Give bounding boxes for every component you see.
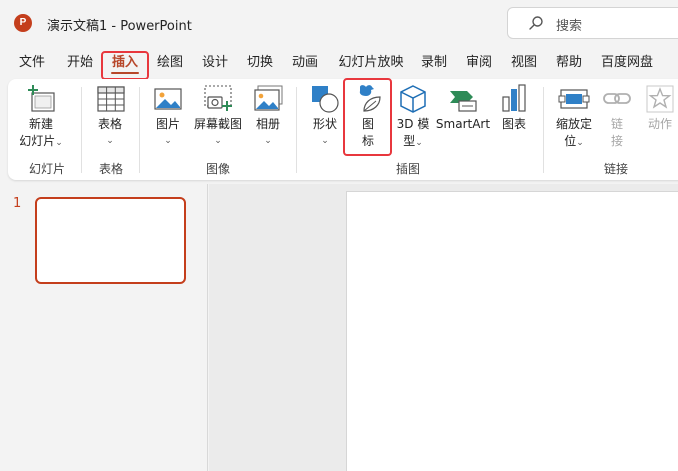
bar-chart-icon [502, 84, 526, 112]
shapes-label: 形状 [312, 117, 337, 131]
table-button[interactable]: 表格 ⌄ [88, 83, 132, 149]
smartart-label: SmartArt [435, 117, 491, 131]
tab-baidu-netdisk[interactable]: 百度网盘 [596, 52, 658, 76]
chevron-down-icon: ⌄ [576, 138, 584, 148]
action-label: 动作 [647, 117, 672, 131]
chevron-down-icon: ⌄ [415, 138, 423, 148]
picture-icon [154, 88, 182, 110]
link-icon [603, 93, 631, 104]
search-placeholder: 搜索 [556, 19, 583, 34]
tab-help[interactable]: 帮助 [547, 52, 591, 76]
link-button[interactable]: 链 接 [600, 83, 634, 149]
slide-canvas[interactable] [346, 191, 678, 471]
action-button[interactable]: 动作 [642, 83, 678, 132]
tab-view[interactable]: 视图 [502, 52, 546, 76]
table-label: 表格 [97, 117, 122, 131]
new-slide-button[interactable]: 新建 幻灯片⌄ [16, 83, 66, 151]
chevron-down-icon: ⌄ [214, 136, 222, 146]
chevron-down-icon: ⌄ [106, 136, 114, 146]
group-label-slides: 幻灯片 [28, 162, 65, 176]
tab-review[interactable]: 审阅 [457, 52, 501, 76]
link-label-1: 链 [610, 117, 623, 131]
3d-models-button[interactable]: 3D 模 型⌄ [392, 83, 434, 151]
photo-album-label: 相册 [255, 117, 280, 131]
chevron-down-icon: ⌄ [321, 136, 329, 146]
group-separator [543, 87, 544, 173]
screenshot-button[interactable]: 屏幕截图 ⌄ [190, 83, 246, 149]
document-title: 演示文稿1 - PowerPoint [47, 19, 192, 34]
pictures-button[interactable]: 图片 ⌄ [146, 83, 190, 149]
group-separator [296, 87, 297, 173]
3d-models-label-1: 3D 模 [396, 117, 430, 131]
table-icon [97, 86, 125, 112]
pictures-label: 图片 [155, 117, 180, 131]
group-label-images: 图像 [205, 162, 230, 176]
tab-record[interactable]: 录制 [412, 52, 456, 76]
zoom-label-1: 缩放定 [555, 117, 592, 131]
group-label-links: 链接 [603, 162, 628, 176]
chevron-down-icon: ⌄ [264, 136, 272, 146]
search-box[interactable]: 搜索 [507, 7, 678, 39]
chevron-down-icon: ⌄ [164, 136, 172, 146]
chart-label: 图表 [501, 117, 526, 131]
photo-album-button[interactable]: 相册 ⌄ [246, 83, 290, 149]
tab-draw[interactable]: 绘图 [148, 52, 192, 76]
zoom-label-2: 位⌄ [564, 134, 584, 148]
screenshot-icon [204, 85, 232, 111]
zoom-button[interactable]: 缩放定 位⌄ [551, 83, 597, 151]
slide-number: 1 [13, 196, 22, 211]
link-label-2: 接 [610, 134, 623, 148]
chevron-down-icon: ⌄ [55, 138, 63, 148]
smartart-button[interactable]: SmartArt [435, 83, 491, 132]
title-bar: P 演示文稿1 - PowerPoint 搜索 [0, 0, 678, 46]
photo-album-icon [254, 85, 283, 111]
star-action-icon [646, 85, 674, 113]
3d-models-label-2: 型⌄ [403, 134, 423, 148]
smartart-icon [450, 91, 477, 112]
shapes-icon [312, 86, 339, 113]
icons-button-highlight [343, 78, 392, 156]
search-icon [529, 16, 543, 30]
powerpoint-logo-icon: P [14, 14, 32, 32]
new-slide-icon [28, 85, 55, 112]
chart-button[interactable]: 图表 [494, 83, 534, 132]
group-separator [139, 87, 140, 173]
tab-home[interactable]: 开始 [58, 52, 102, 76]
tab-transitions[interactable]: 切换 [238, 52, 282, 76]
tab-slideshow[interactable]: 幻灯片放映 [333, 52, 409, 76]
tab-file[interactable]: 文件 [10, 52, 54, 76]
group-label-illustrations: 插图 [395, 162, 420, 176]
new-slide-label-2: 幻灯片⌄ [19, 134, 63, 148]
group-separator [81, 87, 82, 173]
3d-cube-icon [400, 85, 426, 113]
zoom-icon [558, 89, 590, 109]
slide-thumbnail[interactable] [35, 197, 186, 284]
insert-tab-highlight [101, 51, 149, 80]
tab-animations[interactable]: 动画 [283, 52, 327, 76]
group-label-tables: 表格 [98, 162, 123, 176]
shapes-button[interactable]: 形状 ⌄ [304, 83, 346, 149]
new-slide-label-1: 新建 [28, 117, 53, 131]
screenshot-label: 屏幕截图 [193, 117, 242, 131]
tab-design[interactable]: 设计 [193, 52, 237, 76]
